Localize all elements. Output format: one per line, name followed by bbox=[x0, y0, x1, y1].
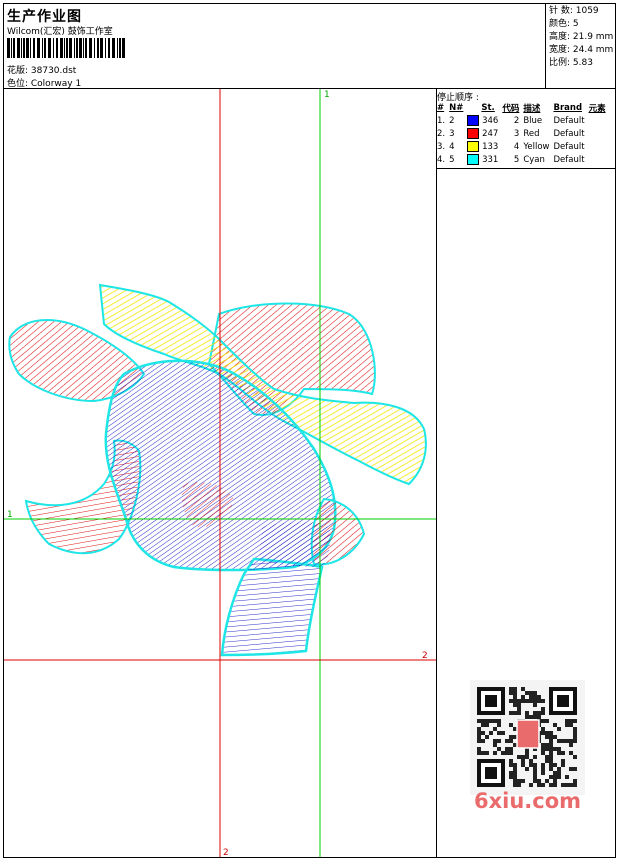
blue-hip-block bbox=[259, 522, 331, 567]
design-file: 花版: 38730.dst bbox=[7, 66, 77, 76]
studio-name: Wilcom(汇宏) 鼓饰工作室 bbox=[7, 27, 113, 37]
color-swatch bbox=[467, 115, 480, 126]
guide-label-green-left: 1 bbox=[7, 510, 13, 520]
guide-label-green-top: 1 bbox=[324, 90, 330, 100]
stat-width: 宽度: 24.4 mm bbox=[549, 45, 614, 55]
col-element: 元素 bbox=[588, 103, 606, 114]
col-num: # bbox=[437, 102, 445, 113]
stat-stitches: 针 数: 1059 bbox=[549, 6, 599, 16]
col-brand: Brand bbox=[553, 102, 583, 113]
table-row: 3. 4 133 4 Yellow Default bbox=[437, 141, 585, 152]
panel-table-divider bbox=[436, 168, 616, 169]
stat-height: 高度: 21.9 mm bbox=[549, 32, 614, 42]
guide-label-red-right: 2 bbox=[422, 651, 428, 661]
guide-label-red-bottom: 2 bbox=[223, 848, 229, 857]
stat-colors: 颜色: 5 bbox=[549, 19, 579, 29]
table-row: 1. 2 346 2 Blue Default bbox=[437, 115, 585, 126]
watermark-logo: 6xiu.com bbox=[474, 789, 582, 813]
stop-table-header: # N# St. 代码 描述 Brand 元素 bbox=[437, 101, 610, 114]
table-row: 2. 3 247 3 Red Default bbox=[437, 128, 585, 139]
col-needle: N# bbox=[449, 102, 464, 113]
stats-divider bbox=[545, 3, 546, 88]
color-swatch bbox=[467, 141, 480, 152]
stats-block: 针 数: 1059 颜色: 5 高度: 21.9 mm 宽度: 24.4 mm … bbox=[549, 5, 613, 70]
col-stitches: St. bbox=[481, 102, 495, 113]
sheet-title: 生产作业图 bbox=[7, 9, 82, 25]
color-swatch bbox=[467, 154, 480, 165]
stop-sequence-table: # N# St. 代码 描述 Brand 元素 1. 2 346 2 Blue … bbox=[437, 101, 610, 166]
barcode-icon bbox=[7, 38, 125, 58]
color-swatch bbox=[467, 128, 480, 139]
colorway-name: 色位: Colorway 1 bbox=[7, 79, 82, 89]
panel-divider bbox=[436, 88, 437, 858]
stat-scale: 比例: 5.83 bbox=[549, 58, 593, 68]
qr-code-icon bbox=[470, 680, 585, 795]
embroidery-canvas: 1 1 2 2 bbox=[4, 89, 436, 857]
blue-tail-bottom bbox=[220, 557, 324, 657]
col-code: 代码 bbox=[502, 103, 520, 114]
table-row: 4. 5 331 5 Cyan Default bbox=[437, 154, 585, 165]
col-desc: 描述 bbox=[523, 103, 541, 114]
